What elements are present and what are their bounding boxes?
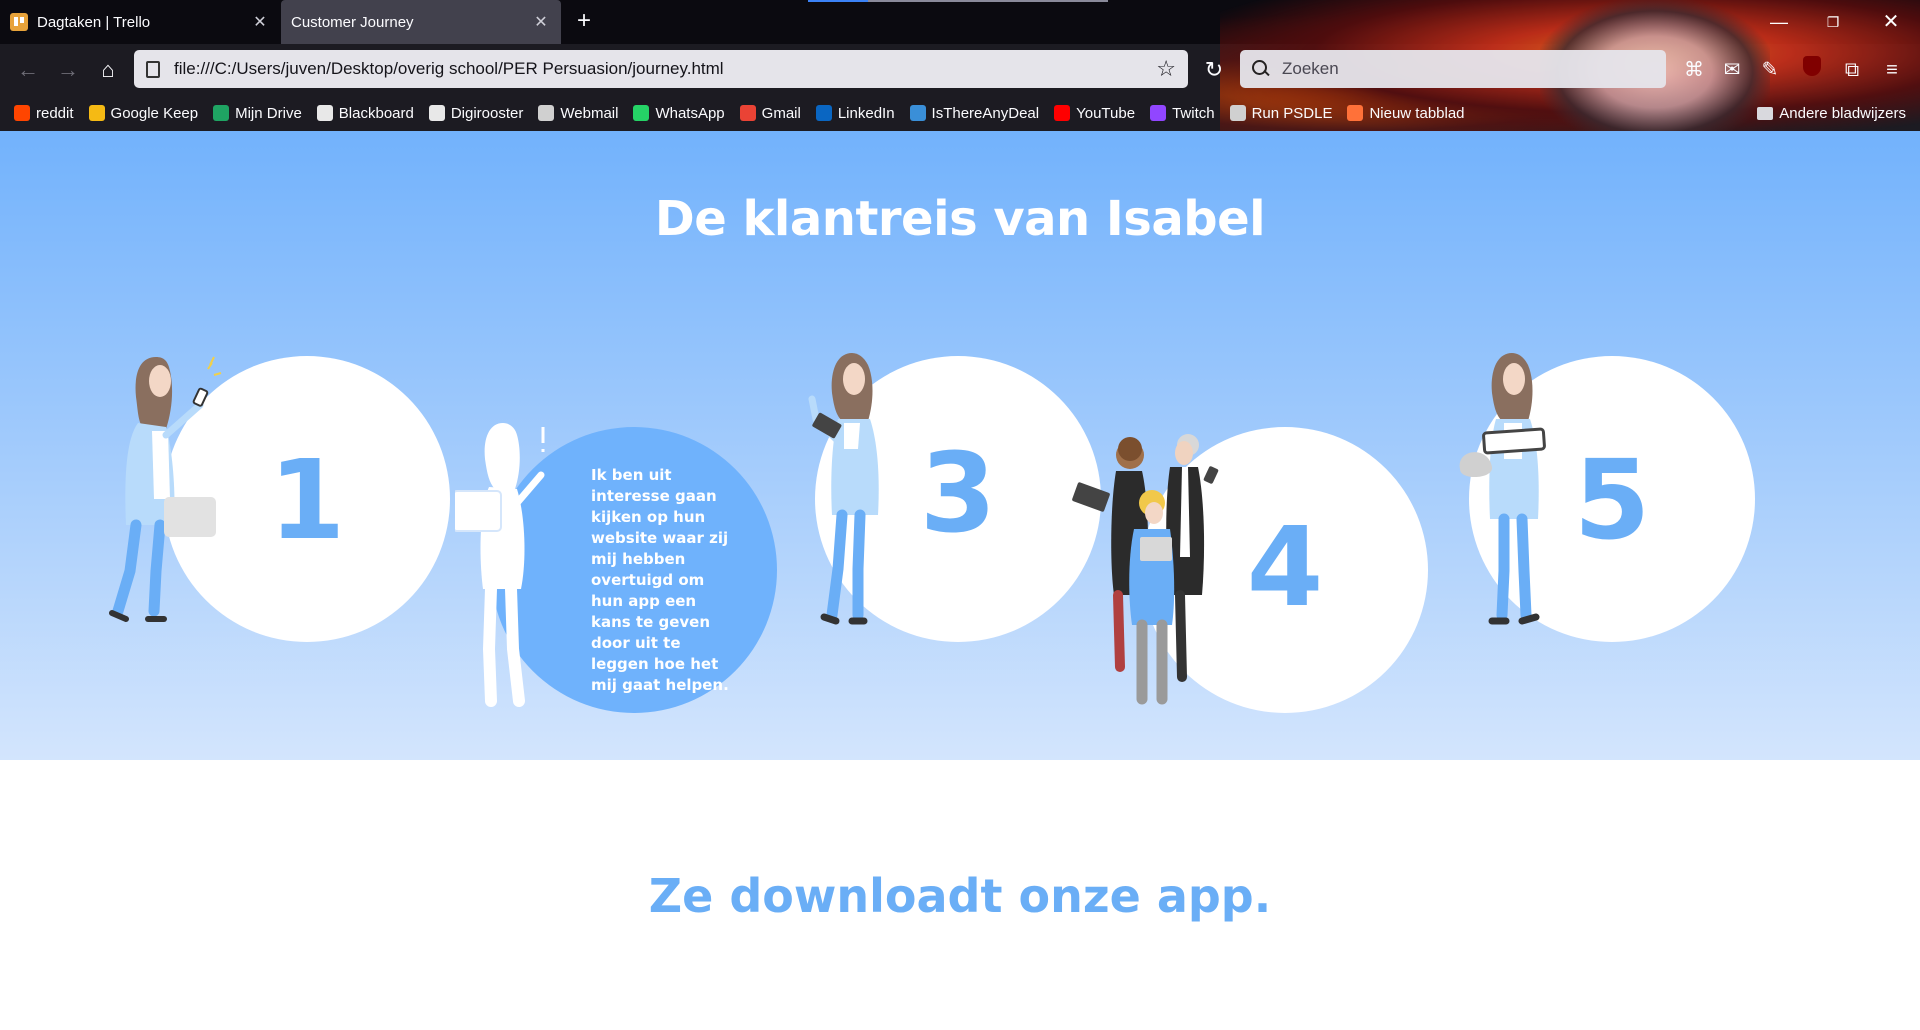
silhouette-with-laptop-illustration <box>455 423 545 707</box>
other-bookmarks[interactable]: Andere bladwijzers <box>1757 98 1906 128</box>
bookmark-label: Google Keep <box>110 104 199 122</box>
back-button[interactable]: ← <box>12 54 44 86</box>
bookmark-label: Nieuw tabblad <box>1369 104 1465 122</box>
bookmark-label: Run PSDLE <box>1251 104 1333 122</box>
bookmark-label: reddit <box>36 104 74 122</box>
tab-label: Dagtaken | Trello <box>37 13 151 31</box>
url-text[interactable]: file:///C:/Users/juven/Desktop/overig sc… <box>174 59 1156 79</box>
reddit-icon <box>14 105 30 121</box>
close-window-button[interactable]: ✕ <box>1868 8 1914 36</box>
extensions-button[interactable]: ⧉ <box>1838 56 1866 84</box>
bookmark-gmail[interactable]: Gmail <box>739 104 801 122</box>
reload-button[interactable]: ↻ <box>1198 54 1230 86</box>
restore-button[interactable]: ❐ <box>1810 8 1856 36</box>
extension-icon[interactable]: ✉ <box>1718 56 1746 84</box>
hero-section: De klantreis van Isabel 1 Ik ben uit int… <box>0 131 1920 760</box>
other-bookmarks-label: Andere bladwijzers <box>1779 104 1906 122</box>
section-title: Ze downloadt onze app. <box>648 869 1272 923</box>
isthereanydeal-icon <box>909 105 926 121</box>
bookmark-youtube[interactable]: YouTube <box>1054 105 1135 122</box>
globe-icon <box>1229 105 1246 121</box>
bookmark-nieuw-tabblad[interactable]: Nieuw tabblad <box>1347 104 1465 122</box>
page-title: De klantreis van Isabel <box>654 191 1266 247</box>
bookmark-label: LinkedIn <box>837 104 895 122</box>
bookmark-digirooster[interactable]: Digirooster <box>428 104 524 122</box>
step-2-text: Ik ben uit interesse gaan kijken op hun … <box>591 466 729 694</box>
bookmark-label: Twitch <box>1172 104 1215 122</box>
bookmark-label: Digirooster <box>450 104 524 122</box>
tab-trello[interactable]: Dagtaken | Trello ✕ <box>0 0 280 44</box>
firefox-icon <box>1347 105 1364 121</box>
search-placeholder: Zoeken <box>1282 59 1339 78</box>
bookmark-label: Blackboard <box>338 104 414 122</box>
isabel-with-phone-illustration <box>109 356 222 622</box>
search-icon <box>1252 60 1270 78</box>
bookmark-label: Gmail <box>761 104 801 122</box>
tab-customer-journey[interactable]: Customer Journey ✕ <box>281 0 561 44</box>
bookmark-label: WhatsApp <box>655 104 725 122</box>
gmail-icon <box>739 105 756 121</box>
bookmark-label: Webmail <box>560 104 619 122</box>
group-of-people-illustration <box>1072 434 1219 705</box>
extension-icon[interactable]: ⌘ <box>1680 56 1708 84</box>
drive-icon <box>213 105 230 121</box>
extension-icon[interactable]: ✎ <box>1756 56 1784 84</box>
trello-icon <box>10 13 28 31</box>
page-icon <box>146 60 160 78</box>
close-tab-icon[interactable]: ✕ <box>531 12 551 32</box>
bookmark-twitch[interactable]: Twitch <box>1150 105 1215 122</box>
twitch-icon <box>1150 105 1167 121</box>
close-tab-icon[interactable]: ✕ <box>250 12 270 32</box>
digirooster-icon <box>428 105 445 121</box>
bookmark-label: Mijn Drive <box>235 104 302 122</box>
bookmarks-toolbar: reddit Google Keep Mijn Drive Blackboard Dig… <box>0 98 1920 128</box>
bookmark-google-keep[interactable]: Google Keep <box>88 104 199 122</box>
browser-chrome: Dagtaken | Trello ✕ Customer Journey ✕ +… <box>0 0 1920 131</box>
keep-icon <box>88 105 105 121</box>
blackboard-icon <box>316 105 333 121</box>
webmail-icon <box>538 105 555 121</box>
bookmark-linkedin[interactable]: LinkedIn <box>815 104 895 122</box>
bookmark-blackboard[interactable]: Blackboard <box>316 104 414 122</box>
address-bar[interactable]: file:///C:/Users/juven/Desktop/overig sc… <box>134 50 1188 88</box>
ublock-origin-icon[interactable] <box>1798 56 1826 84</box>
bookmark-label: YouTube <box>1076 104 1136 122</box>
isabel-with-tablet-illustration <box>808 353 879 625</box>
linkedin-icon <box>815 105 832 121</box>
isabel-with-laptop-illustration <box>1459 353 1546 625</box>
page-content: De klantreis van Isabel 1 Ik ben uit int… <box>0 131 1920 1030</box>
bookmark-isthereanydeal[interactable]: IsThereAnyDeal <box>909 104 1040 122</box>
tab-scroll-indicator <box>808 0 1108 2</box>
bookmark-whatsapp[interactable]: WhatsApp <box>633 104 725 122</box>
search-input[interactable]: Zoeken <box>1240 50 1666 88</box>
bookmark-run-psdle[interactable]: Run PSDLE <box>1229 104 1333 122</box>
navigation-toolbar: ← → ⌂ file:///C:/Users/juven/Desktop/ove… <box>0 44 1920 96</box>
menu-button[interactable]: ≡ <box>1878 56 1906 84</box>
whatsapp-icon <box>633 105 650 121</box>
youtube-icon <box>1054 105 1071 121</box>
bookmark-reddit[interactable]: reddit <box>14 105 74 122</box>
bookmark-star-icon[interactable]: ☆ <box>1156 56 1176 82</box>
minimize-button[interactable]: — <box>1756 8 1802 36</box>
bookmark-label: IsThereAnyDeal <box>931 104 1040 122</box>
home-button[interactable]: ⌂ <box>92 54 124 86</box>
new-tab-button[interactable]: + <box>570 8 598 36</box>
tab-label: Customer Journey <box>291 13 414 31</box>
bookmark-mijn-drive[interactable]: Mijn Drive <box>213 105 302 122</box>
forward-button[interactable]: → <box>52 54 84 86</box>
folder-icon <box>1757 106 1774 120</box>
bookmark-webmail[interactable]: Webmail <box>538 105 618 122</box>
